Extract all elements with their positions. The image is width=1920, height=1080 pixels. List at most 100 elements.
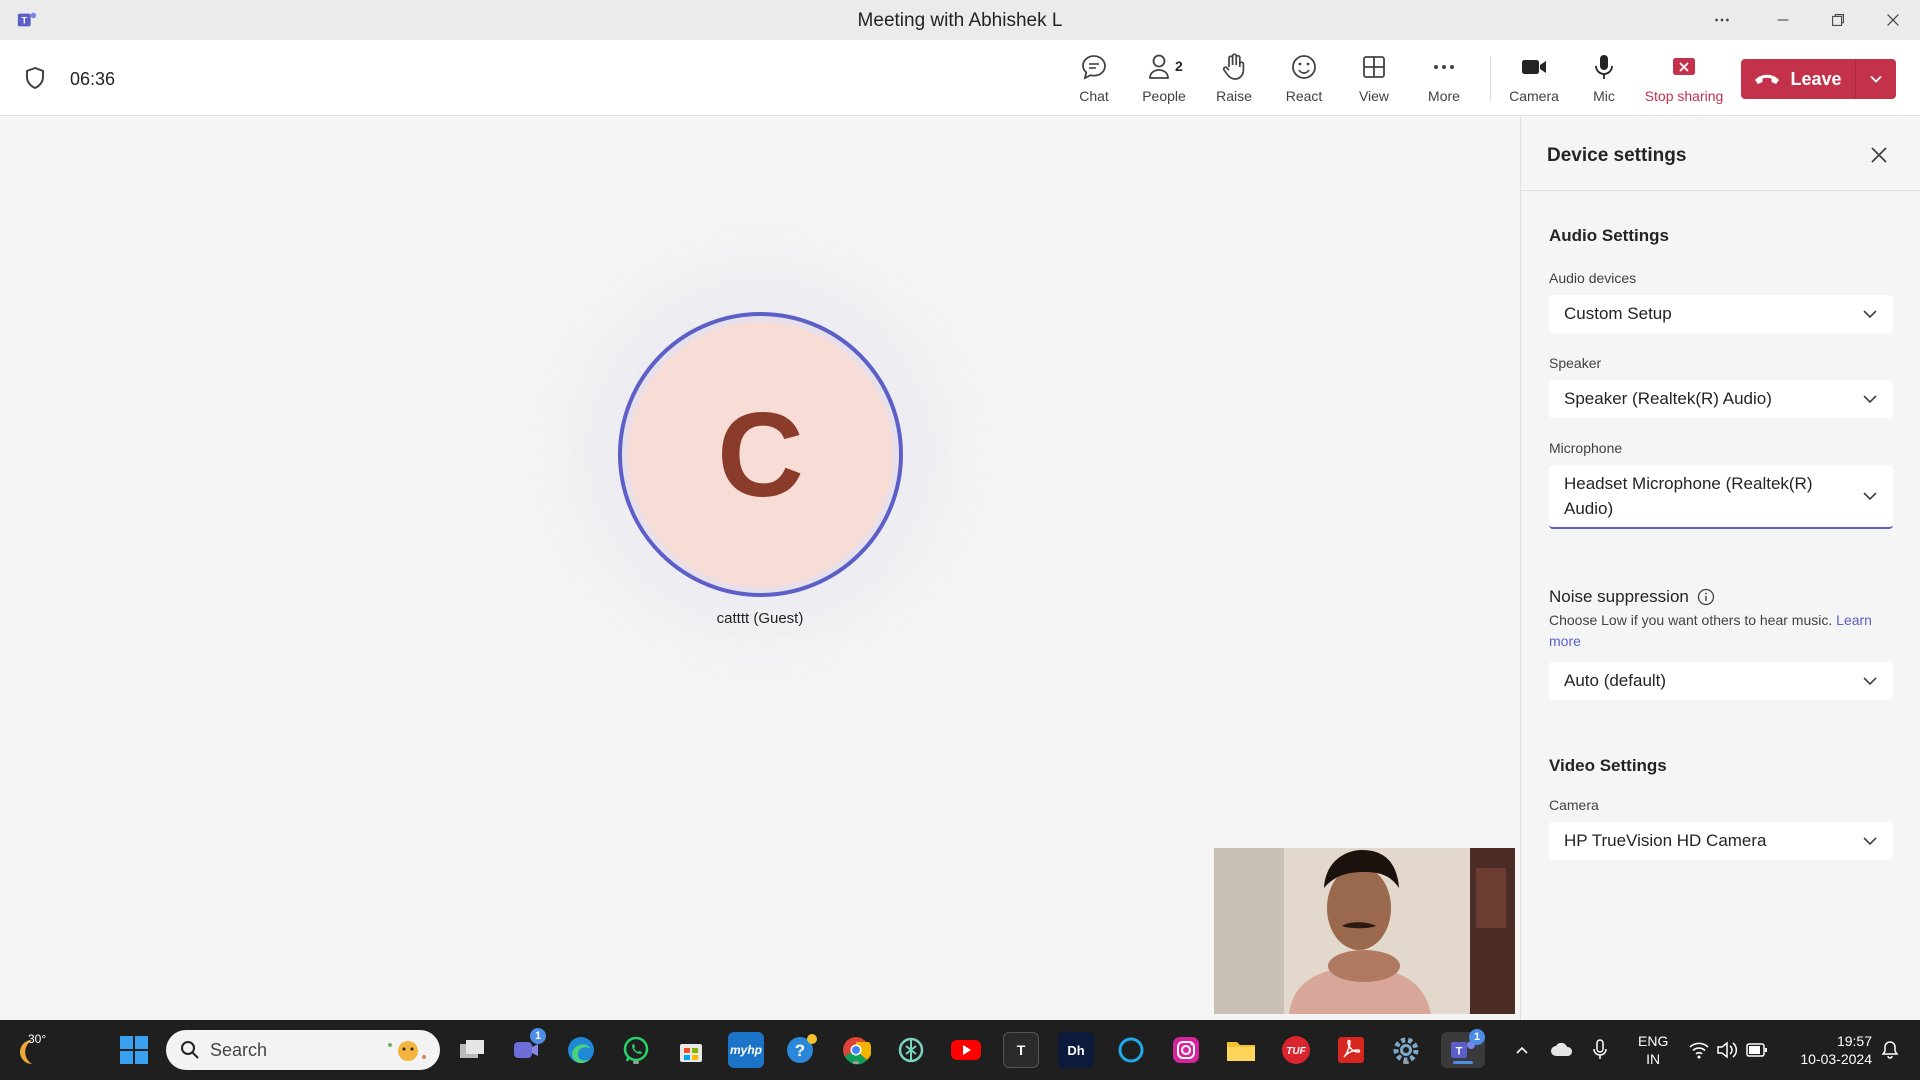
chevron-down-icon <box>1863 395 1877 404</box>
participant-name: catttt (Guest) <box>716 610 804 627</box>
meet-now-icon[interactable]: 1 <box>508 1028 546 1068</box>
clock-date: 10-03-2024 <box>1800 1051 1872 1067</box>
shield-icon[interactable] <box>24 66 46 90</box>
speaker-value: Speaker (Realtek(R) Audio) <box>1564 389 1772 408</box>
noise-suppression-value: Auto (default) <box>1564 671 1667 690</box>
svg-text:T: T <box>1456 1046 1463 1058</box>
chatgpt-icon[interactable] <box>893 1032 929 1068</box>
leave-label: Leave <box>1790 68 1842 89</box>
chevron-down-icon <box>1863 492 1877 501</box>
camera-label: Camera <box>1509 88 1559 104</box>
window-more-icon[interactable] <box>1694 0 1750 40</box>
microsoft-store-icon[interactable] <box>673 1032 709 1068</box>
volume-icon[interactable] <box>1716 1040 1738 1060</box>
more-label: More <box>1428 88 1460 104</box>
chat-label: Chat <box>1079 88 1109 104</box>
search-icon <box>181 1041 199 1059</box>
svg-text:TUF: TUF <box>1286 1046 1306 1057</box>
edge-browser-icon[interactable] <box>563 1032 599 1068</box>
camera-button[interactable]: Camera <box>1499 52 1569 108</box>
raise-hand-icon <box>1222 53 1245 80</box>
search-placeholder: Search <box>210 1039 268 1060</box>
info-icon[interactable] <box>1697 588 1715 606</box>
cortana-icon[interactable] <box>1113 1032 1149 1068</box>
microphone-dropdown[interactable]: Headset Microphone (Realtek(R) Audio) <box>1549 465 1893 529</box>
audio-devices-label: Audio devices <box>1549 270 1637 286</box>
close-panel-icon[interactable] <box>1867 143 1891 167</box>
camera-value: HP TrueVision HD Camera <box>1564 831 1767 850</box>
chat-button[interactable]: Chat <box>1059 52 1129 108</box>
view-button[interactable]: View <box>1339 52 1409 108</box>
stop-share-icon <box>1673 58 1695 75</box>
weather-temperature: 30° <box>28 1032 47 1046</box>
people-button[interactable]: 2 People <box>1129 52 1199 108</box>
hang-up-icon <box>1755 74 1780 84</box>
battery-icon[interactable] <box>1746 1042 1768 1058</box>
teams-taskbar-icon[interactable]: T 1 <box>1441 1029 1485 1068</box>
tuf-app-icon[interactable]: TUF <box>1278 1032 1314 1068</box>
speaker-label: Speaker <box>1549 355 1602 371</box>
running-indicator <box>633 1061 639 1064</box>
adobe-acrobat-icon[interactable] <box>1333 1032 1369 1068</box>
onedrive-cloud-icon[interactable] <box>1550 1040 1574 1060</box>
mic-button[interactable]: Mic <box>1569 52 1639 108</box>
instagram-icon[interactable] <box>1168 1032 1204 1068</box>
device-settings-panel: Device settings Audio Settings Audio dev… <box>1520 117 1920 1020</box>
microphone-tray-icon[interactable] <box>1592 1038 1608 1062</box>
speaker-dropdown[interactable]: Speaker (Realtek(R) Audio) <box>1549 380 1893 418</box>
microphone-label: Microphone <box>1549 440 1623 456</box>
dh-app-icon[interactable]: Dh <box>1058 1032 1094 1068</box>
react-button[interactable]: React <box>1269 52 1339 108</box>
audio-settings-heading: Audio Settings <box>1549 226 1669 245</box>
windows-taskbar: 30° Search 1 myhp ? T Dh TUF T 1 ENG IN … <box>0 1020 1920 1080</box>
participant-avatar[interactable]: C <box>618 312 903 597</box>
stop-sharing-button[interactable]: Stop sharing <box>1644 52 1724 108</box>
self-video-preview[interactable] <box>1214 848 1515 1014</box>
typora-icon[interactable]: T <box>1003 1032 1039 1068</box>
close-window-icon[interactable] <box>1865 0 1920 40</box>
chevron-down-icon <box>1863 837 1877 846</box>
task-view-icon[interactable] <box>454 1032 490 1068</box>
clock[interactable]: 19:57 10-03-2024 <box>1776 1032 1872 1068</box>
leave-options-chevron-icon[interactable] <box>1856 59 1896 99</box>
view-label: View <box>1358 88 1390 104</box>
wifi-icon[interactable] <box>1688 1040 1710 1060</box>
camera-icon <box>1522 60 1546 74</box>
windows-start-icon[interactable] <box>116 1032 152 1068</box>
chevron-down-icon <box>1863 677 1877 686</box>
file-explorer-icon[interactable] <box>1223 1032 1259 1068</box>
raise-hand-button[interactable]: Raise <box>1199 52 1269 108</box>
self-video-feed <box>1214 848 1515 1014</box>
meeting-toolbar: 06:36 Chat 2 People Raise React View Mor… <box>0 40 1920 116</box>
youtube-icon[interactable] <box>948 1032 984 1068</box>
get-help-icon[interactable]: ? <box>783 1032 819 1068</box>
noise-suppression-description: Choose Low if you want others to hear mu… <box>1549 610 1899 652</box>
notification-bell-icon[interactable] <box>1880 1040 1900 1060</box>
taskbar-search-box[interactable]: Search <box>166 1030 440 1070</box>
noise-suppression-dropdown[interactable]: Auto (default) <box>1549 662 1893 700</box>
audio-devices-dropdown[interactable]: Custom Setup <box>1549 295 1893 333</box>
raise-label: Raise <box>1216 88 1252 104</box>
chrome-icon[interactable] <box>838 1032 874 1068</box>
leave-button[interactable]: Leave <box>1741 59 1896 99</box>
more-button[interactable]: More <box>1409 52 1479 108</box>
people-icon <box>1149 54 1169 79</box>
audio-devices-value: Custom Setup <box>1564 304 1672 323</box>
meeting-timer: 06:36 <box>70 69 116 89</box>
chevron-up-icon[interactable] <box>1514 1042 1530 1058</box>
language-indicator[interactable]: ENG IN <box>1638 1032 1668 1068</box>
people-label: People <box>1142 88 1186 104</box>
meeting-stage: C catttt (Guest) <box>0 117 1520 1020</box>
meet-badge: 1 <box>530 1028 546 1044</box>
camera-dropdown[interactable]: HP TrueVision HD Camera <box>1549 822 1893 860</box>
myhp-icon[interactable]: myhp <box>728 1032 764 1068</box>
region-code: IN <box>1646 1051 1661 1067</box>
whatsapp-icon[interactable] <box>618 1032 654 1068</box>
restore-icon[interactable] <box>1810 0 1866 40</box>
leave-main[interactable]: Leave <box>1741 59 1855 99</box>
clock-time: 19:57 <box>1836 1033 1872 1049</box>
settings-gear-icon[interactable] <box>1388 1032 1424 1068</box>
react-label: React <box>1285 88 1323 104</box>
minimize-icon[interactable] <box>1755 0 1811 40</box>
toolbar-divider <box>1490 56 1491 102</box>
